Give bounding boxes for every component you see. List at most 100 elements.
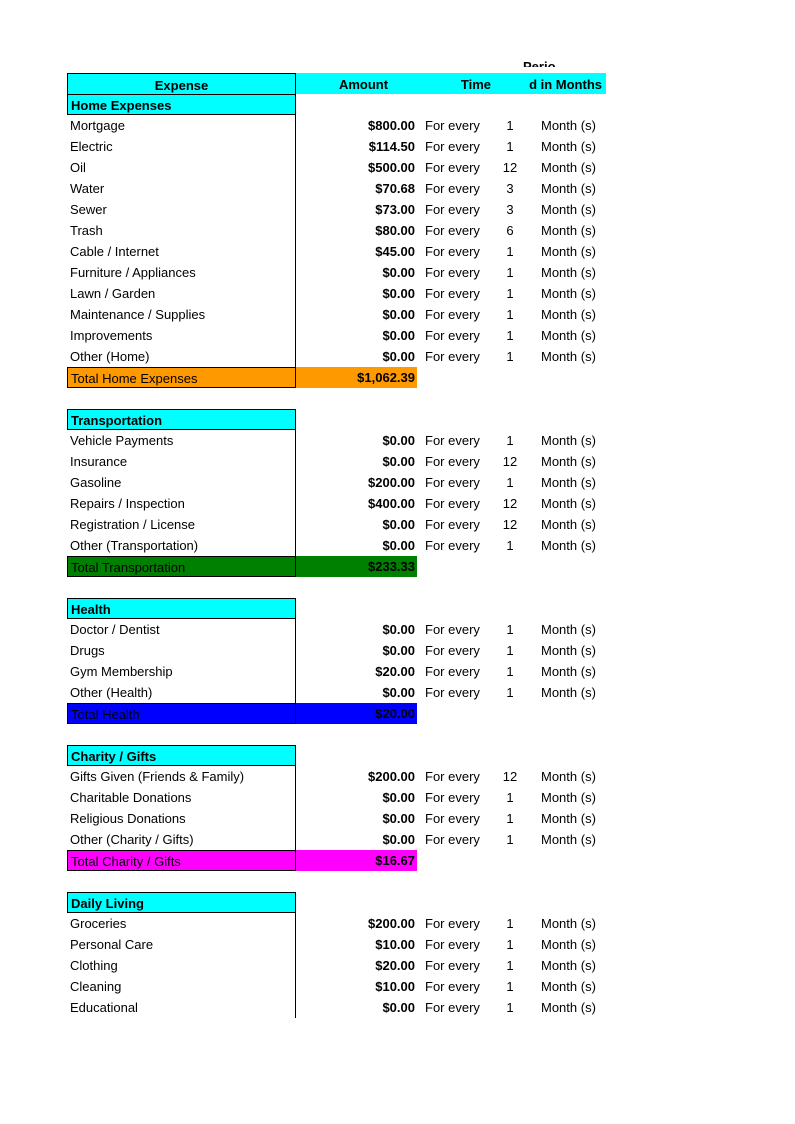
time-cell[interactable]: For every xyxy=(425,157,495,178)
period-cell[interactable]: 1 xyxy=(495,913,525,934)
period-cell[interactable]: 12 xyxy=(495,451,525,472)
amount-cell[interactable]: $400.00 xyxy=(296,493,417,514)
amount-cell[interactable]: $70.68 xyxy=(296,178,417,199)
total-label-cell[interactable]: Total Health xyxy=(67,703,296,724)
total-value-cell[interactable]: $20.00 xyxy=(296,703,417,724)
amount-cell[interactable]: $0.00 xyxy=(296,997,417,1018)
amount-cell[interactable]: $0.00 xyxy=(296,808,417,829)
section-title[interactable]: Daily Living xyxy=(67,892,296,913)
period-cell[interactable]: 1 xyxy=(495,136,525,157)
unit-cell[interactable]: Month (s) xyxy=(541,514,611,535)
expense-name-cell[interactable]: Clothing xyxy=(67,955,296,976)
unit-cell[interactable]: Month (s) xyxy=(541,766,611,787)
period-cell[interactable]: 1 xyxy=(495,262,525,283)
expense-name-cell[interactable]: Maintenance / Supplies xyxy=(67,304,296,325)
amount-cell[interactable]: $0.00 xyxy=(296,283,417,304)
header-expense[interactable]: Expense xyxy=(67,73,296,94)
time-cell[interactable]: For every xyxy=(425,199,495,220)
amount-cell[interactable]: $0.00 xyxy=(296,346,417,367)
time-cell[interactable]: For every xyxy=(425,115,495,136)
time-cell[interactable]: For every xyxy=(425,136,495,157)
period-cell[interactable]: 1 xyxy=(495,661,525,682)
time-cell[interactable]: For every xyxy=(425,451,495,472)
expense-name-cell[interactable]: Other (Transportation) xyxy=(67,535,296,556)
period-cell[interactable]: 1 xyxy=(495,640,525,661)
section-title[interactable]: Charity / Gifts xyxy=(67,745,296,766)
expense-name-cell[interactable]: Personal Care xyxy=(67,934,296,955)
amount-cell[interactable]: $0.00 xyxy=(296,514,417,535)
period-cell[interactable]: 3 xyxy=(495,178,525,199)
unit-cell[interactable]: Month (s) xyxy=(541,955,611,976)
total-label-cell[interactable]: Total Transportation xyxy=(67,556,296,577)
unit-cell[interactable]: Month (s) xyxy=(541,325,611,346)
unit-cell[interactable]: Month (s) xyxy=(541,430,611,451)
period-cell[interactable]: 1 xyxy=(495,997,525,1018)
expense-name-cell[interactable]: Other (Health) xyxy=(67,682,296,703)
amount-cell[interactable]: $20.00 xyxy=(296,955,417,976)
period-cell[interactable]: 12 xyxy=(495,766,525,787)
amount-cell[interactable]: $20.00 xyxy=(296,661,417,682)
expense-name-cell[interactable]: Groceries xyxy=(67,913,296,934)
unit-cell[interactable]: Month (s) xyxy=(541,157,611,178)
period-cell[interactable]: 1 xyxy=(495,976,525,997)
time-cell[interactable]: For every xyxy=(425,955,495,976)
time-cell[interactable]: For every xyxy=(425,472,495,493)
amount-cell[interactable]: $80.00 xyxy=(296,220,417,241)
expense-name-cell[interactable]: Electric xyxy=(67,136,296,157)
unit-cell[interactable]: Month (s) xyxy=(541,808,611,829)
total-value-cell[interactable]: $1,062.39 xyxy=(296,367,417,388)
time-cell[interactable]: For every xyxy=(425,808,495,829)
period-cell[interactable]: 1 xyxy=(495,430,525,451)
expense-name-cell[interactable]: Drugs xyxy=(67,640,296,661)
section-title[interactable]: Health xyxy=(67,598,296,619)
header-period[interactable]: Perio d in Months xyxy=(495,60,606,94)
time-cell[interactable]: For every xyxy=(425,514,495,535)
unit-cell[interactable]: Month (s) xyxy=(541,136,611,157)
time-cell[interactable]: For every xyxy=(425,430,495,451)
header-time[interactable]: Time xyxy=(431,73,495,94)
period-cell[interactable]: 1 xyxy=(495,241,525,262)
total-label-cell[interactable]: Total Charity / Gifts xyxy=(67,850,296,871)
expense-name-cell[interactable]: Other (Charity / Gifts) xyxy=(67,829,296,850)
expense-name-cell[interactable]: Gifts Given (Friends & Family) xyxy=(67,766,296,787)
expense-name-cell[interactable]: Water xyxy=(67,178,296,199)
expense-name-cell[interactable]: Furniture / Appliances xyxy=(67,262,296,283)
expense-name-cell[interactable]: Gasoline xyxy=(67,472,296,493)
expense-name-cell[interactable]: Registration / License xyxy=(67,514,296,535)
unit-cell[interactable]: Month (s) xyxy=(541,934,611,955)
amount-cell[interactable]: $200.00 xyxy=(296,472,417,493)
amount-cell[interactable]: $0.00 xyxy=(296,829,417,850)
unit-cell[interactable]: Month (s) xyxy=(541,304,611,325)
amount-cell[interactable]: $0.00 xyxy=(296,325,417,346)
time-cell[interactable]: For every xyxy=(425,325,495,346)
period-cell[interactable]: 1 xyxy=(495,283,525,304)
period-cell[interactable]: 1 xyxy=(495,934,525,955)
header-amount[interactable]: Amount xyxy=(296,73,431,94)
unit-cell[interactable]: Month (s) xyxy=(541,682,611,703)
unit-cell[interactable]: Month (s) xyxy=(541,346,611,367)
time-cell[interactable]: For every xyxy=(425,934,495,955)
period-cell[interactable]: 1 xyxy=(495,619,525,640)
period-cell[interactable]: 1 xyxy=(495,304,525,325)
unit-cell[interactable]: Month (s) xyxy=(541,241,611,262)
amount-cell[interactable]: $500.00 xyxy=(296,157,417,178)
unit-cell[interactable]: Month (s) xyxy=(541,199,611,220)
unit-cell[interactable]: Month (s) xyxy=(541,913,611,934)
section-title[interactable]: Home Expenses xyxy=(67,94,296,115)
amount-cell[interactable]: $73.00 xyxy=(296,199,417,220)
total-value-cell[interactable]: $233.33 xyxy=(296,556,417,577)
expense-name-cell[interactable]: Sewer xyxy=(67,199,296,220)
unit-cell[interactable]: Month (s) xyxy=(541,283,611,304)
expense-name-cell[interactable]: Charitable Donations xyxy=(67,787,296,808)
expense-name-cell[interactable]: Cable / Internet xyxy=(67,241,296,262)
amount-cell[interactable]: $0.00 xyxy=(296,304,417,325)
expense-name-cell[interactable]: Cleaning xyxy=(67,976,296,997)
time-cell[interactable]: For every xyxy=(425,346,495,367)
unit-cell[interactable]: Month (s) xyxy=(541,451,611,472)
expense-name-cell[interactable]: Doctor / Dentist xyxy=(67,619,296,640)
amount-cell[interactable]: $200.00 xyxy=(296,913,417,934)
expense-name-cell[interactable]: Oil xyxy=(67,157,296,178)
time-cell[interactable]: For every xyxy=(425,766,495,787)
period-cell[interactable]: 1 xyxy=(495,325,525,346)
period-cell[interactable]: 3 xyxy=(495,199,525,220)
